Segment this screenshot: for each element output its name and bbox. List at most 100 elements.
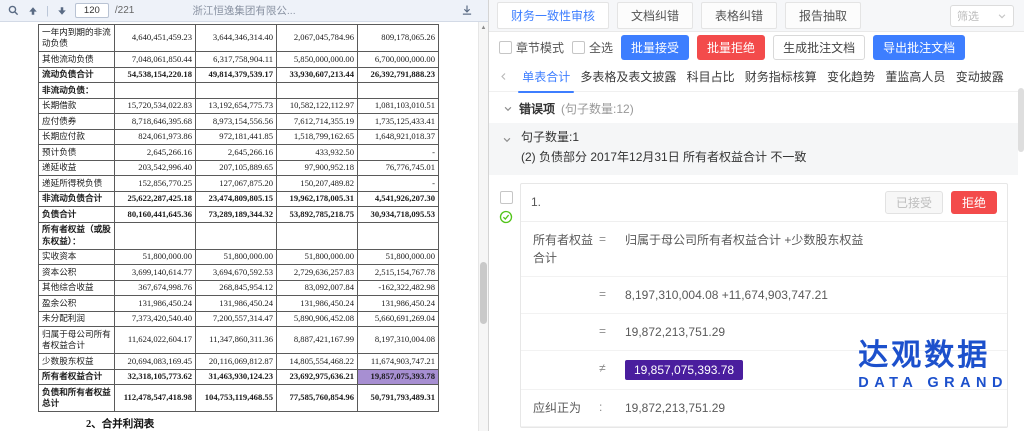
cell-value: 5,660,691,269.04 <box>358 311 439 327</box>
cell-value: 1,518,799,162.65 <box>277 129 358 145</box>
sub-tab[interactable]: 多表格及表文披露 <box>580 68 676 85</box>
top-tab-label: 报告抽取 <box>799 9 847 23</box>
row-label: 非流动负债合计 <box>39 191 115 207</box>
equation-row: ≠ 19,857,075,393.78 <box>521 351 1007 390</box>
equation-row: = 19,872,213,751.29 <box>521 314 1007 351</box>
pdf-viewer-pane: | /221 浙江恒逸集团有限公... 一年内到期的非流动负债4,640,451… <box>0 0 489 431</box>
cell-value: 83,092,007.84 <box>277 280 358 296</box>
next-section-caption: 2、合并利润表 <box>86 416 478 431</box>
table-row: 递延收益203,542,996.40207,105,889.6597,900,9… <box>39 160 439 176</box>
cell-value: 824,061,973.86 <box>115 129 196 145</box>
sub-tab[interactable]: 董监高人员 <box>885 68 945 85</box>
reject-button[interactable]: 拒绝 <box>951 191 997 214</box>
sub-tab-label: 董监高人员 <box>885 70 945 84</box>
page-up-icon[interactable] <box>26 4 40 18</box>
sub-tab[interactable]: 科目占比 <box>680 68 740 85</box>
cell-value: 433,932.50 <box>277 145 358 161</box>
equation-row: 应纠正为 : 19,872,213,751.29 <box>521 390 1007 427</box>
equation-row: 所有者权益合计 = 归属于母公司所有者权益合计 +少数股东权益 <box>521 222 1007 277</box>
subtabs-prev-icon[interactable] <box>495 70 512 84</box>
equation-value: 8,197,310,004.08 +11,674,903,747.21 <box>625 286 995 304</box>
table-row: 资本公积3,699,140,614.773,694,670,592.532,72… <box>39 265 439 281</box>
cell-value: 8,973,154,556.56 <box>196 114 277 130</box>
equation-operator: : <box>599 399 625 414</box>
sub-tab-label: 变动披露 <box>956 70 1004 84</box>
viewer-scrollbar[interactable]: ▲ <box>478 22 488 431</box>
document-page[interactable]: 一年内到期的非流动负债4,640,451,459.233,644,346,314… <box>0 22 478 431</box>
page-down-icon[interactable] <box>55 4 69 18</box>
top-tab[interactable]: 表格纠错 <box>701 2 777 29</box>
cell-value: 76,776,745.01 <box>358 160 439 176</box>
panel-scrollbar-thumb[interactable] <box>1018 88 1024 152</box>
checkbox-icon[interactable] <box>572 41 585 54</box>
checkbox-icon[interactable] <box>499 41 512 54</box>
equation-value: 归属于母公司所有者权益合计 +少数股东权益 <box>625 231 995 249</box>
top-tab[interactable]: 文档纠错 <box>617 2 693 29</box>
cell-value: 11,674,903,747.21 <box>358 354 439 370</box>
filter-dropdown[interactable]: 筛选 <box>950 5 1014 27</box>
finding-item-expanded-header[interactable]: 句子数量:1 (2) 负债部分 2017年12月31日 所有者权益合计 不一致 <box>489 123 1018 175</box>
cell-value: 972,181,441.85 <box>196 129 277 145</box>
viewer-scrollbar-thumb[interactable] <box>480 262 487 324</box>
cell-value: 1,081,103,010.51 <box>358 98 439 114</box>
row-label: 所有者权益合计 <box>39 369 115 385</box>
row-label: 递延所得税负债 <box>39 176 115 192</box>
top-tab[interactable]: 报告抽取 <box>785 2 861 29</box>
cell-value: 3,694,670,592.53 <box>196 265 277 281</box>
batch-accept-button[interactable]: 批量接受 <box>621 35 689 60</box>
page-number-input[interactable] <box>75 3 109 18</box>
cell-value: 23,692,975,636.21 <box>277 369 358 385</box>
row-label: 盈余公积 <box>39 296 115 312</box>
equation-value: 19,857,075,393.78 <box>625 360 743 380</box>
scroll-up-arrow-icon[interactable]: ▲ <box>479 22 488 34</box>
cell-value: 30,934,718,095.53 <box>358 207 439 223</box>
cell-value: 5,850,000,000.00 <box>277 52 358 68</box>
chevron-down-icon <box>502 135 512 145</box>
cell-value: 8,718,646,395.68 <box>115 114 196 130</box>
sub-tab-label: 单表合计 <box>522 70 570 84</box>
sub-tab[interactable]: 财务指标核算 <box>745 68 817 85</box>
chevron-down-icon <box>503 104 513 114</box>
equation-operator: = <box>599 323 625 338</box>
cell-value: 8,197,310,004.08 <box>358 327 439 354</box>
card-gutter <box>498 183 514 428</box>
cell-value: 5,890,906,452.08 <box>277 311 358 327</box>
download-icon[interactable] <box>460 3 474 17</box>
export-annotated-doc-button[interactable]: 导出批注文档 <box>873 35 965 60</box>
select-all-checkbox[interactable]: 全选 <box>572 39 613 56</box>
cell-value: 20,694,083,169.45 <box>115 354 196 370</box>
finding-checkbox[interactable] <box>500 191 513 204</box>
sub-tab[interactable]: 变动披露 <box>950 68 1010 85</box>
page-total-label: /221 <box>115 5 134 16</box>
cell-value: 23,474,809,805.15 <box>196 191 277 207</box>
error-group-header[interactable]: 错误项 (句子数量:12) <box>489 93 1018 123</box>
row-label: 未分配利润 <box>39 311 115 327</box>
panel-scrollbar[interactable] <box>1018 0 1024 431</box>
sub-tab[interactable]: 变化趋势 <box>821 68 881 85</box>
sub-tab[interactable]: 单表合计 <box>516 68 576 85</box>
accepted-check-icon <box>499 210 513 224</box>
finding-card: 1. 已接受 拒绝 所有者权益合计 = 归属于母公司所有者权益合计 +少数股东权… <box>520 183 1008 428</box>
cell-value: 49,814,379,539.17 <box>196 67 277 83</box>
cell-value: 54,538,154,220.18 <box>115 67 196 83</box>
cell-value: 3,644,346,314.40 <box>196 25 277 52</box>
top-tab[interactable]: 财务一致性审核 <box>497 2 609 29</box>
chapter-mode-checkbox[interactable]: 章节模式 <box>499 39 564 56</box>
table-row: 应付债券8,718,646,395.688,973,154,556.567,61… <box>39 114 439 130</box>
accepted-button[interactable]: 已接受 <box>885 191 943 214</box>
equation-label: 应纠正为 <box>533 399 599 417</box>
table-row: 非流动负债合计25,622,287,425.1823,474,809,805.1… <box>39 191 439 207</box>
generate-annotated-doc-button[interactable]: 生成批注文档 <box>773 35 865 60</box>
cell-value: -162,322,482.98 <box>358 280 439 296</box>
cell-value: 15,720,534,022.83 <box>115 98 196 114</box>
finding-index: 1. <box>531 195 541 209</box>
batch-reject-button[interactable]: 批量拒绝 <box>697 35 765 60</box>
top-tab-bar: 财务一致性审核 文档纠错 表格纠错 报告抽取 筛选 <box>489 0 1024 32</box>
cell-value: - <box>358 145 439 161</box>
search-icon[interactable] <box>6 4 20 18</box>
table-row: 归属于母公司所有者权益合计11,624,022,604.1711,347,860… <box>39 327 439 354</box>
row-label: 长期借款 <box>39 98 115 114</box>
finding-card-header: 1. 已接受 拒绝 <box>521 184 1007 222</box>
document-title: 浙江恒逸集团有限公... <box>0 3 488 18</box>
finding-detail-row: 1. 已接受 拒绝 所有者权益合计 = 归属于母公司所有者权益合计 +少数股东权… <box>489 175 1018 428</box>
